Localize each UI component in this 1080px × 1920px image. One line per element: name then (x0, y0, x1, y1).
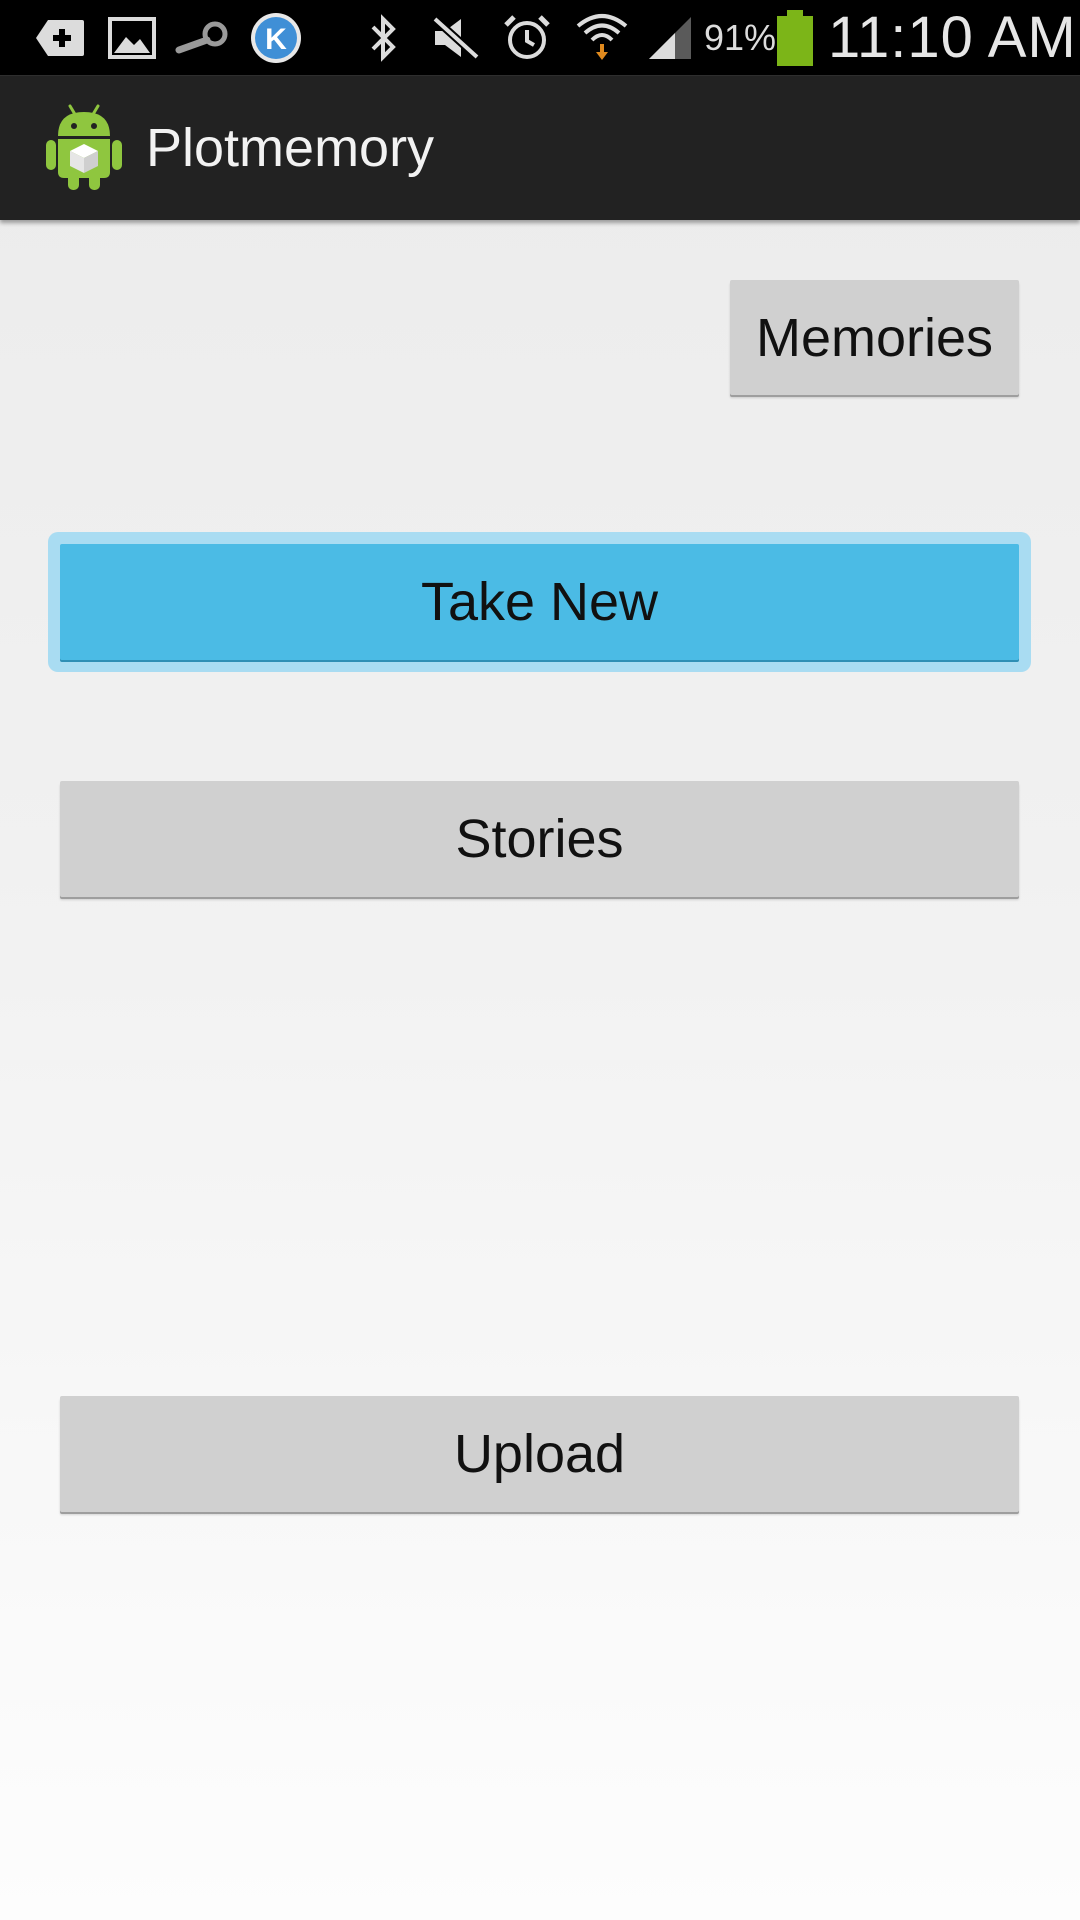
bluetooth-icon (362, 8, 406, 68)
image-icon (106, 8, 158, 68)
k-app-icon: K (248, 8, 304, 68)
battery-icon (774, 8, 816, 68)
status-clock: 11:10 AM (828, 5, 1077, 70)
take-new-button[interactable]: Take New (60, 544, 1019, 660)
upload-button[interactable]: Upload (60, 1396, 1019, 1512)
svg-text:K: K (265, 23, 287, 56)
steam-icon (174, 8, 230, 68)
signal-icon (644, 8, 696, 68)
stories-button[interactable]: Stories (60, 781, 1019, 897)
wifi-icon (574, 8, 630, 68)
battery-percent: 91% (704, 17, 777, 58)
alarm-icon (500, 8, 554, 68)
action-bar: Plotmemory (0, 75, 1080, 220)
status-bar: K 91% 11:10 AM (0, 0, 1080, 75)
memories-button[interactable]: Memories (730, 280, 1019, 395)
mute-icon (430, 8, 482, 68)
app-title: Plotmemory (146, 118, 435, 178)
android-app-icon (44, 102, 124, 192)
add-notification-icon (32, 8, 88, 68)
